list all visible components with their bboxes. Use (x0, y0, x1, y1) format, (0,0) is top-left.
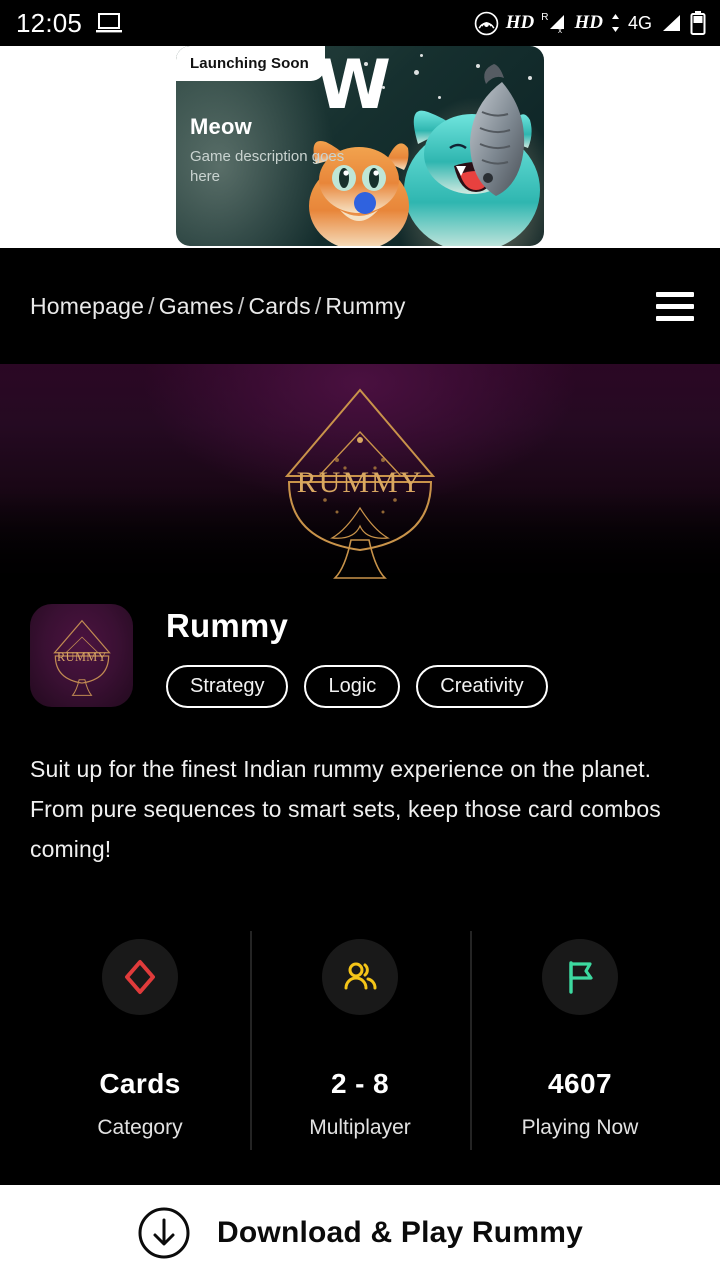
breadcrumb-item-games[interactable]: Games (159, 293, 234, 319)
roaming-signal-icon: R x (541, 12, 567, 34)
hd-label-2: HD (574, 12, 603, 33)
hamburger-menu-icon[interactable] (656, 291, 694, 321)
svg-text:x: x (558, 26, 562, 34)
launching-soon-badge: Launching Soon (176, 46, 325, 81)
breadcrumb-item-cards[interactable]: Cards (248, 293, 310, 319)
tag-logic[interactable]: Logic (304, 665, 401, 708)
banner-title: Meow (190, 114, 252, 139)
status-clock: 12:05 (16, 7, 83, 38)
stat-value-category: Cards (99, 1068, 181, 1100)
people-icon (322, 939, 398, 1016)
signal-bars-icon (663, 15, 680, 31)
hero-banner: RUMMY (0, 364, 720, 596)
game-title-row: RUMMY Rummy Strategy Logic Creativity (30, 596, 690, 708)
banner-watermark-letter: W (316, 46, 392, 125)
hero-logo-text: RUMMY (297, 466, 424, 499)
hamburger-line (656, 315, 694, 321)
status-bar-left: 12:05 (16, 7, 123, 39)
stat-label-multiplayer: Multiplayer (309, 1116, 411, 1140)
game-title-column: Rummy Strategy Logic Creativity (133, 604, 548, 708)
stat-multiplayer: 2 - 8 Multiplayer (250, 931, 470, 1151)
stat-label-playing-now: Playing Now (521, 1116, 639, 1140)
stat-value-multiplayer: 2 - 8 (330, 1068, 390, 1100)
bottom-divider (0, 1175, 720, 1185)
network-label: 4G (627, 12, 652, 33)
breadcrumb-separator: / (148, 292, 155, 319)
banner-description: Game description goes here (190, 148, 345, 186)
download-circle-icon (138, 1207, 190, 1258)
breadcrumb-item-rummy[interactable]: Rummy (325, 293, 405, 319)
data-arrows-icon (611, 14, 619, 32)
game-tags: Strategy Logic Creativity (166, 665, 548, 708)
stat-category: Cards Category (30, 939, 250, 1140)
breadcrumb-separator: / (237, 292, 245, 319)
banner-text-block: Meow Game description goes here (190, 114, 365, 188)
breadcrumb-item-homepage[interactable]: Homepage (30, 293, 144, 319)
app-icon-spade-glyph: RUMMY (52, 619, 111, 696)
tag-creativity[interactable]: Creativity (416, 665, 548, 708)
breadcrumb: Homepage / Games / Cards / Rummy (30, 293, 406, 320)
promo-banner-card[interactable]: W Launching Soon Meow Game description g… (176, 46, 544, 246)
breadcrumb-separator: / (314, 292, 322, 319)
fish-illustration (470, 64, 525, 196)
page-title: Rummy (166, 607, 289, 644)
hamburger-line (656, 291, 694, 297)
game-description: Suit up for the finest Indian rummy expe… (30, 756, 661, 862)
diamond-suit-icon (102, 939, 178, 1016)
status-bar-right: HD R x HD 4G (474, 11, 706, 36)
stat-value-playing-now: 4607 (548, 1068, 612, 1100)
stat-playing-now: 4607 Playing Now (470, 931, 690, 1151)
blue-dot-decoration (354, 192, 376, 214)
download-play-button[interactable]: Download & Play Rummy (0, 1185, 720, 1280)
battery-icon (690, 11, 706, 35)
app-icon-text: RUMMY (57, 649, 107, 663)
tag-strategy[interactable]: Strategy (166, 665, 289, 708)
stat-label-category: Category (97, 1116, 183, 1140)
rummy-app-icon: RUMMY (30, 604, 133, 707)
hamburger-line (656, 303, 694, 309)
download-play-label: Download & Play Rummy (217, 1215, 583, 1249)
laptop-icon (96, 13, 123, 33)
breadcrumb-bar: Homepage / Games / Cards / Rummy (0, 248, 720, 364)
game-stats-row: Cards Category 2 - 8 Multiplayer 4607 Pl… (30, 931, 690, 1176)
hotspot-icon (474, 11, 499, 35)
promo-banner-section: W Launching Soon Meow Game description g… (0, 46, 720, 248)
game-detail-content: RUMMY Rummy Strategy Logic Creativity Su… (0, 596, 720, 1177)
rummy-spade-logo: RUMMY (284, 388, 436, 579)
status-bar: 12:05 HD R x HD 4G (0, 0, 720, 46)
flag-icon (542, 939, 618, 1016)
hd-label: HD (505, 12, 535, 33)
